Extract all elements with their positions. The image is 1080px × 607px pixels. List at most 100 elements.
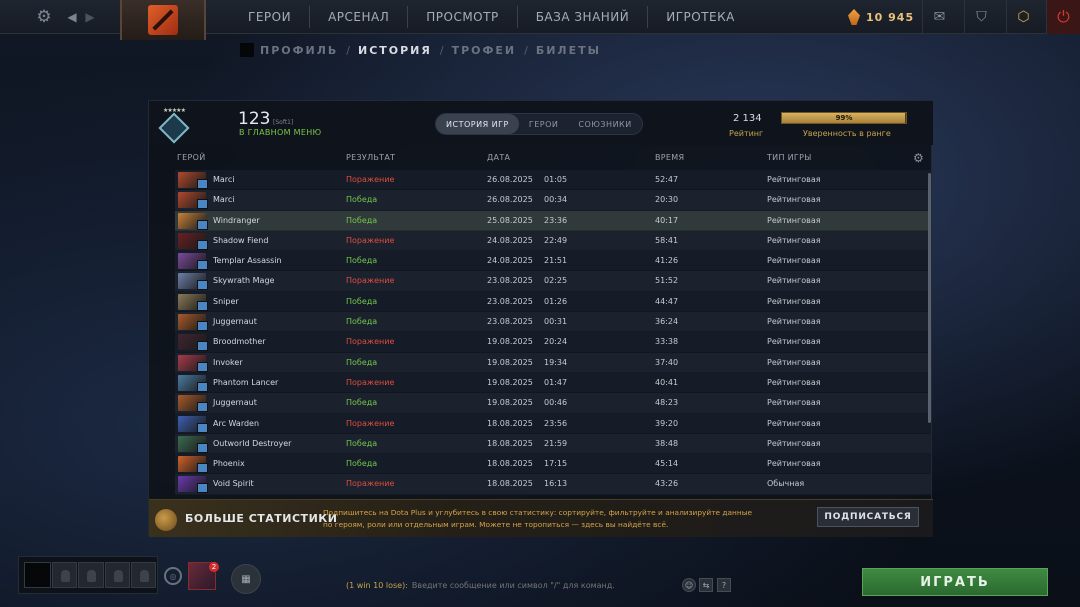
- match-date: 18.08.2025: [487, 438, 533, 448]
- match-start-time: 01:47: [544, 377, 568, 387]
- col-result[interactable]: РЕЗУЛЬТАТ: [346, 153, 395, 162]
- chevron-left-icon[interactable]: ◀: [64, 0, 80, 34]
- table-row[interactable]: Sniper Победа 23.08.2025 01:26 44:47 Рейтинго…: [175, 291, 931, 313]
- chat-input[interactable]: [411, 580, 692, 590]
- hero-portrait-icon: [178, 273, 208, 291]
- hero-name: Phoenix: [213, 459, 245, 469]
- friends-icon[interactable]: ▦: [231, 564, 261, 594]
- match-duration: 58:41: [655, 235, 679, 245]
- table-row[interactable]: Phantom Lancer Поражение 19.08.2025 01:47 40…: [175, 372, 931, 394]
- hero-portrait-icon: [178, 456, 208, 474]
- mail-icon[interactable]: ✉: [922, 0, 956, 34]
- subscribe-button[interactable]: ПОДПИСАТЬСЯ: [817, 507, 919, 527]
- chevron-right-icon[interactable]: ▶: [82, 0, 98, 34]
- match-mode: Рейтинговая: [767, 357, 821, 367]
- dota-logo-button[interactable]: [120, 0, 206, 40]
- party-slot-empty[interactable]: [78, 562, 104, 588]
- dota-plus-icon[interactable]: ⬡: [1006, 0, 1040, 34]
- match-result: Победа: [346, 459, 378, 469]
- hero-name: Arc Warden: [213, 418, 260, 428]
- hero-portrait-icon: [178, 314, 208, 332]
- table-row[interactable]: Void Spirit Поражение 18.08.2025 16:13 43:26…: [175, 474, 931, 495]
- party-settings-icon[interactable]: ◎: [164, 567, 182, 585]
- hero-name: Windranger: [213, 215, 260, 225]
- match-duration: 48:23: [655, 398, 679, 408]
- table-row[interactable]: Phoenix Победа 18.08.2025 17:15 45:14 Рейтинг…: [175, 454, 931, 475]
- match-duration: 38:48: [655, 438, 679, 448]
- gear-icon[interactable]: ⚙: [30, 0, 58, 34]
- col-hero[interactable]: ГЕРОЙ: [177, 153, 206, 162]
- col-duration[interactable]: ВРЕМЯ: [655, 153, 684, 162]
- chat-channel[interactable]: (1 win 10 lose):: [346, 581, 408, 590]
- dota-plus-icon: [155, 509, 177, 531]
- nav-watch[interactable]: ПРОСМОТР: [408, 0, 516, 34]
- table-row[interactable]: Broodmother Поражение 19.08.2025 20:24 33:38…: [175, 332, 931, 353]
- avatar: [240, 43, 254, 57]
- subnav-trophies[interactable]: ТРОФЕИ: [452, 44, 517, 57]
- table-row[interactable]: Juggernaut Победа 23.08.2025 00:31 36:24 Рейт…: [175, 312, 931, 333]
- table-row[interactable]: Shadow Fiend Поражение 24.08.2025 22:49 58:4…: [175, 230, 931, 252]
- table-row[interactable]: Invoker Победа 19.08.2025 19:34 37:40 Рейтинг…: [175, 352, 931, 373]
- power-icon[interactable]: ⏻: [1046, 0, 1080, 34]
- table-row[interactable]: Templar Assassin Победа 24.08.2025 21:51 41:…: [175, 251, 931, 272]
- table-row[interactable]: Outworld Destroyer Победа 18.08.2025 21:59 3…: [175, 433, 931, 455]
- player-tag: [Soft1]: [273, 119, 294, 126]
- match-mode: Обычная: [767, 479, 805, 489]
- hero-name: Shadow Fiend: [213, 235, 269, 245]
- table-row[interactable]: Marci Победа 26.08.2025 00:34 20:30 Рейтингов…: [175, 190, 931, 211]
- subnav-profile[interactable]: ПРОФИЛЬ: [260, 44, 338, 57]
- table-row[interactable]: Skywrath Mage Поражение 23.08.2025 02:25 51:…: [175, 271, 931, 292]
- match-duration: 45:14: [655, 459, 679, 469]
- armory-icon[interactable]: ⛉: [964, 0, 998, 34]
- match-date: 23.08.2025: [487, 296, 533, 306]
- hero-name: Juggernaut: [213, 317, 257, 327]
- tab-allies[interactable]: СОЮЗНИКИ: [568, 114, 641, 134]
- table-row[interactable]: Marci Поражение 26.08.2025 01:05 52:47 Рейтин…: [175, 170, 931, 191]
- match-start-time: 20:24: [544, 337, 568, 347]
- hero-portrait-icon: [178, 212, 208, 230]
- col-game-mode[interactable]: ТИП ИГРЫ: [767, 153, 812, 162]
- match-result: Победа: [346, 317, 378, 327]
- subnav-tickets[interactable]: БИЛЕТЫ: [536, 44, 601, 57]
- match-duration: 40:17: [655, 215, 679, 225]
- party-slot-empty[interactable]: [130, 562, 157, 588]
- scrollbar[interactable]: [928, 173, 931, 423]
- help-icon[interactable]: ?: [717, 578, 731, 592]
- match-start-time: 00:46: [544, 398, 568, 408]
- match-result: Поражение: [346, 175, 395, 184]
- party-slot-empty[interactable]: [104, 562, 130, 588]
- party-slot-empty[interactable]: [52, 562, 78, 588]
- chat-switch-icon[interactable]: ⇆: [699, 578, 713, 592]
- hero-portrait-icon: [178, 232, 208, 250]
- hero-name: Broodmother: [213, 337, 266, 347]
- play-button[interactable]: ИГРАТЬ: [862, 568, 1048, 596]
- tab-heroes[interactable]: ГЕРОИ: [519, 114, 569, 134]
- match-start-time: 19:34: [544, 357, 568, 367]
- match-result: Победа: [346, 195, 378, 205]
- match-date: 18.08.2025: [487, 418, 533, 428]
- hero-name: Skywrath Mage: [213, 276, 275, 286]
- nav-arcade[interactable]: ИГРОТЕКА: [648, 0, 753, 34]
- match-result: Победа: [346, 357, 378, 367]
- match-duration: 41:26: [655, 256, 679, 266]
- subnav-separator: /: [439, 43, 444, 57]
- emoji-icon[interactable]: ☺: [682, 578, 696, 592]
- subnav-history[interactable]: ИСТОРИЯ: [358, 44, 432, 57]
- nav-arsenal[interactable]: АРСЕНАЛ: [310, 0, 407, 34]
- col-date[interactable]: ДАТА: [487, 153, 510, 162]
- tab-match-history[interactable]: ИСТОРИЯ ИГР: [436, 114, 519, 134]
- hero-name: Invoker: [213, 357, 243, 367]
- table-row[interactable]: Windranger Победа 25.08.2025 23:36 40:17 Рейт…: [175, 210, 931, 231]
- party-slot-self[interactable]: [24, 562, 52, 588]
- dota-plus-text: Подпишитесь на Dota Plus и углубитесь в …: [323, 508, 753, 529]
- nav-heroes[interactable]: ГЕРОИ: [230, 0, 309, 34]
- match-result: Победа: [346, 296, 378, 306]
- match-mode: Рейтинговая: [767, 235, 821, 245]
- table-row[interactable]: Arc Warden Поражение 18.08.2025 23:56 39:20 Р…: [175, 413, 931, 434]
- nav-knowledge-base[interactable]: БАЗА ЗНАНИЙ: [518, 0, 648, 34]
- gear-icon[interactable]: ⚙: [913, 151, 924, 165]
- match-duration: 39:20: [655, 418, 679, 428]
- shards-counter[interactable]: 10 945: [848, 6, 914, 28]
- table-row[interactable]: Juggernaut Победа 19.08.2025 00:46 48:23 Рейт…: [175, 393, 931, 414]
- hero-name: Sniper: [213, 296, 239, 306]
